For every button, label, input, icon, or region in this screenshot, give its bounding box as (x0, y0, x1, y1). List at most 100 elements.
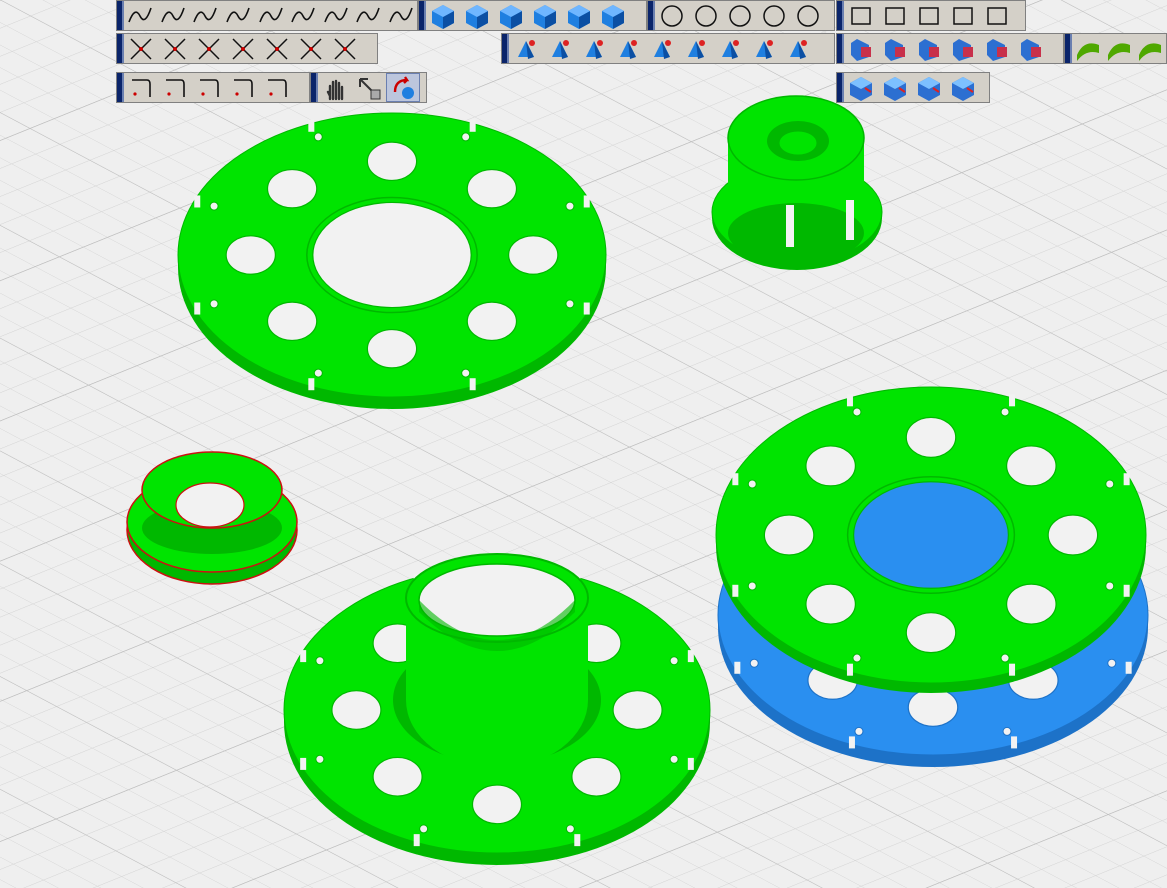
intersect-button[interactable] (124, 34, 158, 63)
circle-center-button[interactable] (723, 1, 757, 30)
arch-corner-icon (166, 78, 185, 97)
rotate-view-button[interactable] (386, 73, 420, 102)
corner-rectangle-icon (334, 37, 356, 60)
bezier-curve-icon (389, 7, 413, 22)
bool-explode-button[interactable] (1014, 34, 1048, 63)
round-corner-button[interactable] (192, 73, 226, 102)
flange-slot (565, 299, 575, 309)
toolbar-grip-handle[interactable] (117, 73, 124, 102)
bool-remove-button[interactable] (980, 34, 1014, 63)
spline-button[interactable] (124, 1, 157, 30)
circle-tangent-button[interactable] (757, 1, 791, 30)
arch-corner-button[interactable] (158, 73, 192, 102)
toolbar-grip-handle[interactable] (117, 34, 124, 63)
flange-slot (1000, 653, 1010, 663)
extend-curve-button[interactable] (319, 1, 352, 30)
bool-add-button[interactable] (844, 34, 878, 63)
box-solid-button[interactable] (426, 1, 460, 30)
flange-hole (763, 514, 815, 556)
spool-hub-bottom (406, 632, 588, 768)
flange-notch (1125, 661, 1132, 674)
bool-remove-icon (987, 38, 1007, 61)
pan-hand-button[interactable] (318, 73, 352, 102)
pocket-solid-button[interactable] (562, 1, 596, 30)
toolbar-grip-handle[interactable] (311, 73, 318, 102)
flange-hole (905, 416, 957, 458)
sweep-button[interactable] (577, 34, 611, 63)
bool-split-button[interactable] (946, 34, 980, 63)
wave-curve-button[interactable] (222, 1, 255, 30)
line-button[interactable] (192, 34, 226, 63)
cross-button[interactable] (158, 34, 192, 63)
chamfer-rectangle-button[interactable] (946, 1, 980, 30)
spiral-button[interactable] (254, 1, 287, 30)
spline-icon (128, 7, 153, 22)
cube-button[interactable] (494, 1, 528, 30)
surface-patch-button[interactable] (1103, 34, 1134, 63)
part-flange-top-left[interactable] (177, 112, 607, 409)
toolbar-grip-handle[interactable] (837, 1, 844, 30)
hexagon-button[interactable] (878, 1, 912, 30)
toolbar-grip-handle[interactable] (837, 73, 844, 102)
shell-button[interactable] (645, 34, 679, 63)
revolve-button[interactable] (509, 34, 543, 63)
fillet-rectangle-button[interactable] (980, 1, 1014, 30)
trim-curve-button[interactable] (352, 1, 385, 30)
chamfer-corner-button[interactable] (260, 73, 294, 102)
flange-slot (419, 824, 429, 834)
angle-bisector-button[interactable] (226, 34, 260, 63)
branch-pipe-button[interactable] (781, 34, 815, 63)
bool-subtract-button[interactable] (878, 34, 912, 63)
draft-button[interactable] (679, 34, 713, 63)
surface-point-button[interactable] (1072, 34, 1103, 63)
3d-viewport[interactable] (0, 0, 1167, 888)
circle-button[interactable] (655, 1, 689, 30)
bool-intersect-button[interactable] (912, 34, 946, 63)
fillet-curve-button[interactable] (294, 34, 328, 63)
split-curve-button[interactable] (287, 1, 320, 30)
rectangle-button[interactable] (844, 1, 878, 30)
hexagon-center-button[interactable] (912, 1, 946, 30)
solid-join-button[interactable] (946, 73, 980, 102)
rib-button[interactable] (713, 34, 747, 63)
toolbar-grip-handle[interactable] (837, 34, 844, 63)
flange-hole (805, 583, 856, 625)
toolbar-grip-handle[interactable] (419, 1, 426, 30)
part-washer-selected[interactable] (126, 451, 298, 585)
toolbar-grip-handle[interactable] (1065, 34, 1072, 63)
toolbar-grip-handle[interactable] (117, 1, 124, 30)
solid-cut-button[interactable] (844, 73, 878, 102)
circle-tangent-2-button[interactable] (791, 1, 825, 30)
flange-hole (612, 690, 663, 730)
bool-split-icon (953, 38, 973, 61)
corner-button[interactable] (124, 73, 158, 102)
part-flange-bottom-right[interactable] (715, 386, 1147, 693)
angle-bisector-2-button[interactable] (260, 34, 294, 63)
branch-pipe-icon (790, 39, 807, 59)
toolbar-grip-handle[interactable] (648, 1, 655, 30)
extrude-button[interactable] (543, 34, 577, 63)
bend-solid-button[interactable] (596, 1, 630, 30)
loft-button[interactable] (611, 34, 645, 63)
pipe-button[interactable] (747, 34, 781, 63)
solid-color-button[interactable] (912, 73, 946, 102)
polyline-spline-button[interactable] (157, 1, 190, 30)
flange-slot (315, 656, 325, 666)
surface-blend-button[interactable] (1135, 34, 1166, 63)
boss-solid-icon (534, 4, 556, 29)
solid-split-button[interactable] (878, 73, 912, 102)
flange-slot (313, 368, 323, 378)
boss-solid-button[interactable] (528, 1, 562, 30)
offset-corner-button[interactable] (226, 73, 260, 102)
draft-icon (688, 39, 705, 59)
zoom-window-button[interactable] (352, 73, 386, 102)
part-hub-top-right[interactable] (711, 95, 883, 270)
hex-prism-button[interactable] (460, 1, 494, 30)
toolbar-grip-handle[interactable] (502, 34, 509, 63)
circle-3pt-button[interactable] (689, 1, 723, 30)
corner-rectangle-button[interactable] (328, 34, 362, 63)
arc-spline-button[interactable] (189, 1, 222, 30)
flange-slot (747, 479, 757, 489)
bezier-curve-button[interactable] (385, 1, 418, 30)
flange-notch (734, 661, 741, 674)
